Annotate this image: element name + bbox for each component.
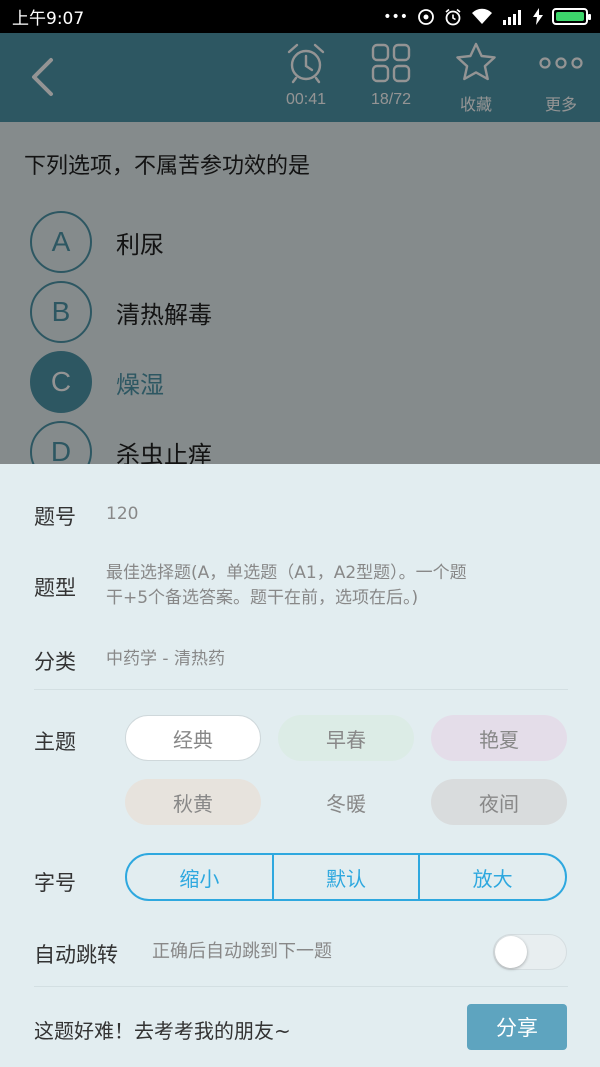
status-bar: 上午9:07 ••• xyxy=(0,0,600,33)
theme-spring[interactable]: 早春 xyxy=(278,715,414,761)
number-label: 题号 xyxy=(34,505,76,529)
theme-summer[interactable]: 艳夏 xyxy=(431,715,567,761)
autojump-desc: 正确后自动跳到下一题 xyxy=(152,941,332,962)
dim-overlay[interactable] xyxy=(0,33,600,464)
theme-label: 主题 xyxy=(34,730,76,754)
theme-classic[interactable]: 经典 xyxy=(125,715,261,761)
alarm-status-icon xyxy=(445,8,461,25)
font-size-selector: 缩小 默认 放大 xyxy=(125,853,567,901)
share-prompt: 这题好难！去考考我的朋友~ xyxy=(34,1019,291,1043)
font-smaller-button[interactable]: 缩小 xyxy=(127,855,272,899)
charging-icon xyxy=(533,8,543,25)
font-default-button[interactable]: 默认 xyxy=(271,855,419,899)
category-value: 中药学 - 清热药 xyxy=(106,649,225,669)
type-value-line2: 干+5个备选答案。题干在前，选项在后。) xyxy=(106,588,419,608)
category-label: 分类 xyxy=(34,650,76,674)
theme-winter[interactable]: 冬暖 xyxy=(278,779,414,825)
number-value: 120 xyxy=(106,504,139,524)
toggle-knob xyxy=(495,936,527,968)
theme-autumn[interactable]: 秋黄 xyxy=(125,779,261,825)
battery-icon xyxy=(552,8,591,25)
signal-icon xyxy=(503,9,521,25)
status-icons: ••• xyxy=(383,8,591,26)
divider xyxy=(34,689,568,690)
font-larger-button[interactable]: 放大 xyxy=(418,855,565,899)
theme-night[interactable]: 夜间 xyxy=(431,779,567,825)
type-value-line1: 最佳选择题(A，单选题（A1，A2型题）。一个题 xyxy=(106,563,467,583)
autojump-label: 自动跳转 xyxy=(34,943,118,967)
share-button[interactable]: 分享 xyxy=(467,1004,567,1050)
divider xyxy=(34,986,568,987)
more-dots-icon: ••• xyxy=(383,8,408,25)
status-time: 上午9:07 xyxy=(12,9,85,29)
font-size-label: 字号 xyxy=(34,871,76,895)
sync-icon xyxy=(418,8,434,25)
settings-sheet: 题号 120 题型 最佳选择题(A，单选题（A1，A2型题）。一个题 干+5个备… xyxy=(0,464,600,1067)
wifi-icon xyxy=(472,8,492,24)
autojump-toggle[interactable] xyxy=(493,934,567,970)
type-label: 题型 xyxy=(34,576,76,600)
